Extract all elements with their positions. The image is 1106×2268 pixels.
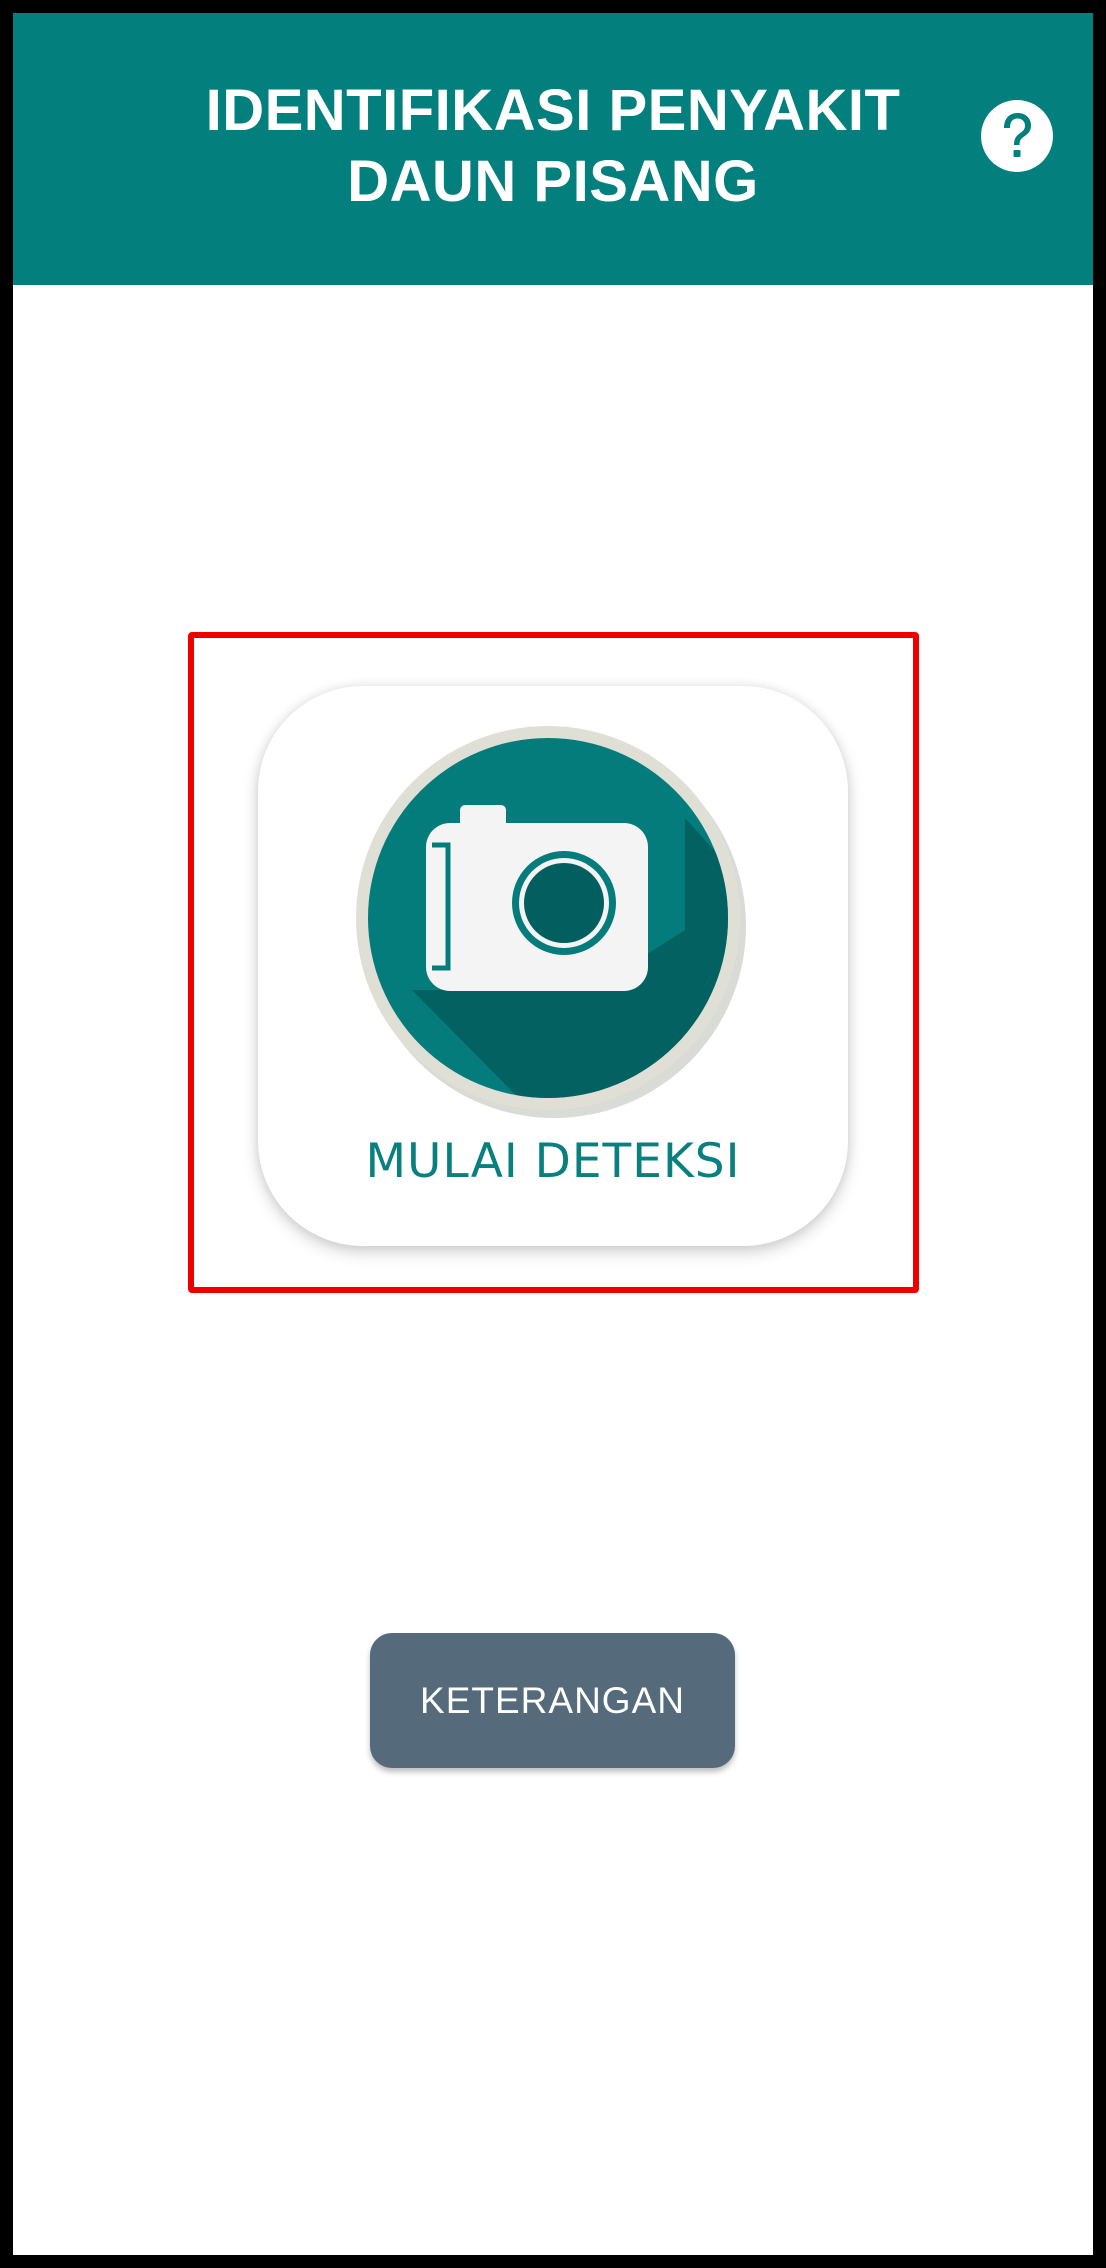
app-title: IDENTIFIKASI PENYAKIT DAUN PISANG <box>113 75 993 217</box>
start-detection-label: MULAI DETEKSI <box>365 1134 741 1189</box>
app-screen: IDENTIFIKASI PENYAKIT DAUN PISANG MULAI … <box>13 13 1093 2255</box>
help-button[interactable] <box>981 100 1053 172</box>
app-header: IDENTIFIKASI PENYAKIT DAUN PISANG <box>13 13 1093 285</box>
camera-icon <box>356 726 746 1118</box>
question-icon <box>1004 113 1031 157</box>
app-title-line-1: IDENTIFIKASI PENYAKIT <box>205 78 901 143</box>
start-detection-button[interactable]: MULAI DETEKSI <box>258 686 848 1246</box>
app-title-line-2: DAUN PISANG <box>347 149 759 214</box>
info-button[interactable]: KETERANGAN <box>370 1633 735 1768</box>
